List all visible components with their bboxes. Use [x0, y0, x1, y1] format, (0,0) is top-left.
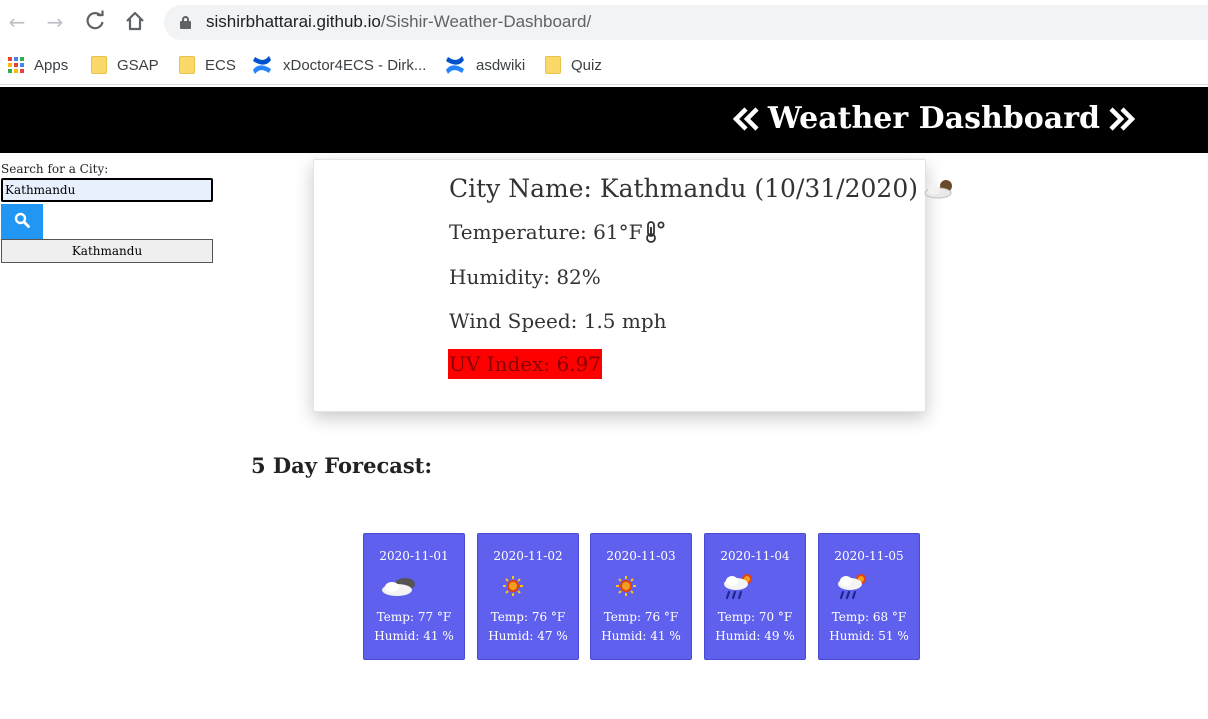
confluence-icon: [253, 56, 271, 74]
bookmark-apps[interactable]: Apps: [8, 54, 68, 76]
rain-sun-icon: [724, 574, 752, 600]
lock-icon[interactable]: [180, 16, 191, 29]
city-search-input[interactable]: [1, 178, 213, 202]
wind-speed-line: Wind Speed: 1.5 mph: [449, 309, 667, 333]
url-path: /Sishir-Weather-Dashboard/: [380, 12, 592, 31]
double-chevron-right-icon: [1109, 106, 1136, 131]
page-title-text: Weather Dashboard: [767, 101, 1100, 136]
thermometer-icon: [646, 221, 665, 243]
forward-arrow-icon[interactable]: →: [43, 10, 67, 34]
temperature-line: Temperature: 61°F: [449, 220, 668, 244]
search-label: Search for a City:: [1, 162, 109, 176]
address-bar[interactable]: sishirbhattarai.github.io/Sishir-Weather…: [164, 5, 1208, 40]
bookmark-asdwiki[interactable]: asdwiki: [444, 54, 525, 76]
current-weather-card: City Name: Kathmandu (10/31/2020) Temper…: [313, 159, 952, 412]
bookmark-label: asdwiki: [476, 56, 526, 74]
bookmark-gsap[interactable]: GSAP: [91, 54, 159, 76]
forecast-humidity: Humid: 49 %: [715, 629, 795, 643]
forecast-card: 2020-11-03 Temp: 76 °F Humid: 41 %: [590, 533, 692, 660]
page-title: Weather Dashboard: [732, 101, 1136, 136]
sun-icon: [503, 576, 523, 596]
forecast-temp: Temp: 77 °F: [376, 610, 452, 624]
sun-icon: [616, 576, 636, 596]
browser-toolbar: ← → sishirbhattarai.github.io/Sishir-Wea…: [0, 0, 1208, 45]
forecast-date: 2020-11-01: [379, 549, 449, 563]
forecast-card: 2020-11-02 Temp: 76 °F Humid: 47 %: [477, 533, 579, 660]
forecast-humidity: Humid: 41 %: [601, 629, 681, 643]
search-button[interactable]: [1, 204, 43, 239]
back-arrow-icon[interactable]: ←: [5, 10, 29, 34]
rain-sun-icon: [838, 574, 866, 600]
bookmark-xdoctor4ecs[interactable]: xDoctor4ECS - Dirk...: [251, 54, 426, 76]
forecast-date: 2020-11-02: [493, 549, 563, 563]
forecast-temp: Temp: 76 °F: [490, 610, 566, 624]
city-name-text: City Name: Kathmandu (10/31/2020): [449, 174, 918, 203]
folder-icon: [179, 56, 195, 74]
confluence-icon: [446, 56, 464, 74]
forecast-date: 2020-11-04: [720, 549, 790, 563]
partly-cloudy-icon: [924, 179, 952, 198]
forecast-card: 2020-11-04 Temp: 70 °F Humid: 49 %: [704, 533, 806, 660]
bookmark-label: GSAP: [117, 56, 159, 74]
humidity-line: Humidity: 82%: [449, 265, 601, 289]
home-icon[interactable]: [123, 10, 147, 34]
forecast-humidity: Humid: 51 %: [829, 629, 909, 643]
forecast-temp: Temp: 70 °F: [717, 610, 793, 624]
bookmark-label: Apps: [34, 56, 69, 74]
folder-icon: [91, 56, 107, 74]
forecast-title: 5 Day Forecast:: [251, 453, 433, 478]
bookmark-ecs[interactable]: ECS: [179, 54, 236, 76]
search-history-item[interactable]: Kathmandu: [1, 239, 213, 263]
reload-icon-glyph: [86, 10, 104, 30]
search-icon: [14, 212, 30, 228]
forecast-date: 2020-11-05: [834, 549, 904, 563]
forecast-date: 2020-11-03: [606, 549, 676, 563]
uv-index-badge: UV Index: 6.97: [448, 349, 602, 379]
double-chevron-left-icon: [732, 106, 759, 131]
url-text[interactable]: sishirbhattarai.github.io/Sishir-Weather…: [206, 12, 591, 32]
reload-icon[interactable]: [83, 10, 107, 34]
forecast-humidity: Humid: 47 %: [488, 629, 568, 643]
forecast-card: 2020-11-01 Temp: 77 °F Humid: 41 %: [363, 533, 465, 660]
apps-grid-icon: [8, 57, 24, 73]
page-header: Weather Dashboard: [0, 87, 1208, 153]
bookmark-label: ECS: [205, 56, 236, 74]
url-host: sishirbhattarai.github.io: [206, 12, 381, 31]
forecast-temp: Temp: 68 °F: [831, 610, 907, 624]
folder-icon: [545, 56, 561, 74]
forecast-card: 2020-11-05 Temp: 68 °F Humid: 51 %: [818, 533, 920, 660]
forecast-humidity: Humid: 41 %: [374, 629, 454, 643]
bookmark-quiz[interactable]: Quiz: [545, 54, 602, 76]
bookmark-label: Quiz: [571, 56, 602, 74]
bookmarks-bar: Apps GSAP ECS xDoctor4ECS - Dirk... asdw…: [0, 45, 1208, 85]
bookmark-label: xDoctor4ECS - Dirk...: [283, 56, 427, 74]
city-name-line: City Name: Kathmandu (10/31/2020): [449, 174, 958, 203]
home-icon-glyph: [126, 11, 144, 31]
cloudy-night-icon: [382, 578, 415, 596]
temperature-text: Temperature: 61°F: [449, 220, 643, 244]
forecast-temp: Temp: 76 °F: [603, 610, 679, 624]
